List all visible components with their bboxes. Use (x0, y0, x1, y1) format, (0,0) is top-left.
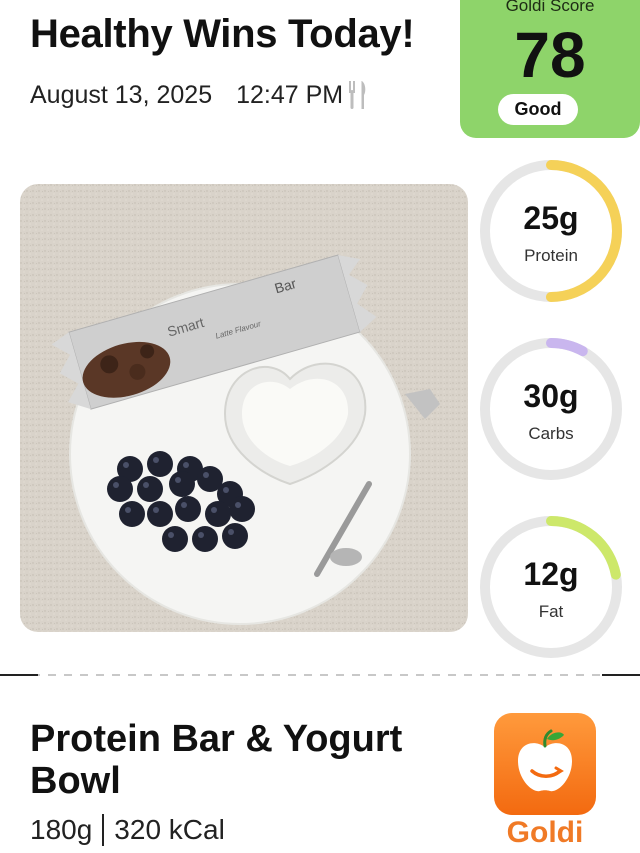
blueberry-highlight (181, 502, 187, 508)
blueberry (175, 496, 201, 522)
meal-meta: 180g 320 kCal (30, 814, 225, 846)
blueberry-highlight (211, 507, 217, 513)
meta-separator (102, 814, 105, 846)
blueberry-highlight (153, 457, 159, 463)
blueberry (137, 476, 163, 502)
meal-weight: 180g (30, 814, 93, 845)
fat-value: 12g (523, 556, 579, 592)
blueberry (107, 476, 133, 502)
protein-label: Protein (524, 246, 578, 265)
goldi-score-card[interactable]: Goldi Score 78 Good (460, 0, 640, 138)
blueberry-highlight (183, 462, 189, 468)
meal-name: Protein Bar & Yogurt Bowl (30, 718, 403, 802)
blueberry-highlight (143, 482, 149, 488)
blueberry-highlight (168, 532, 174, 538)
carbs-value: 30g (523, 378, 579, 414)
blueberry-highlight (125, 507, 131, 513)
blueberry-highlight (175, 477, 181, 483)
blueberry (229, 496, 255, 522)
blueberry-highlight (235, 502, 241, 508)
blueberry-highlight (223, 487, 229, 493)
macro-ring-fat[interactable]: 12g Fat (478, 514, 624, 660)
meal-photo[interactable]: Smart Bar Latte Flavour (20, 184, 468, 632)
blueberry (119, 501, 145, 527)
blueberry-highlight (228, 529, 234, 535)
blueberry-highlight (113, 482, 119, 488)
blueberry-highlight (153, 507, 159, 513)
apple-icon (518, 729, 572, 792)
blueberry (222, 523, 248, 549)
meal-time: 12:47 PM (236, 80, 344, 109)
goldi-app-name: Goldi (506, 816, 584, 849)
score-value: 78 (514, 19, 586, 91)
blueberry (147, 451, 173, 477)
blueberry (169, 471, 195, 497)
meal-calories: 320 kCal (114, 814, 225, 845)
macro-ring-carbs[interactable]: 30g Carbs (478, 336, 624, 482)
carbs-label: Carbs (528, 424, 574, 443)
utensils-icon (347, 78, 369, 112)
blueberry (205, 501, 231, 527)
blueberry (147, 501, 173, 527)
blueberry-highlight (123, 462, 129, 468)
protein-value: 25g (523, 200, 579, 236)
section-divider (0, 674, 640, 676)
meal-datetime: August 13, 2025 12:47 PM (30, 78, 369, 112)
score-label: Goldi Score (505, 0, 595, 15)
score-rating-badge: Good (498, 94, 578, 125)
macro-ring-protein[interactable]: 25g Protein (478, 158, 624, 304)
blueberry-highlight (203, 472, 209, 478)
page-title: Healthy Wins Today! (30, 12, 415, 56)
blueberry-highlight (198, 532, 204, 538)
goldi-app-icon[interactable] (494, 713, 596, 815)
meal-date: August 13, 2025 (30, 80, 213, 109)
fat-label: Fat (538, 602, 564, 621)
blueberry (192, 526, 218, 552)
blueberry (162, 526, 188, 552)
